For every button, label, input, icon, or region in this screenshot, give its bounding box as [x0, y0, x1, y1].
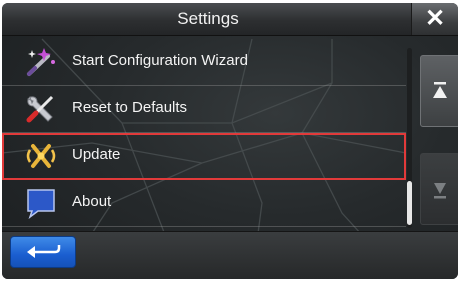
close-button[interactable]: ✕	[411, 3, 458, 35]
menu-item-label: About	[72, 193, 112, 210]
menu-item-reset-to-defaults[interactable]: Reset to Defaults	[2, 86, 406, 133]
back-button[interactable]	[10, 236, 76, 268]
title-bar: Settings ✕	[2, 3, 458, 36]
wrench-screwdriver-icon	[26, 95, 54, 123]
close-icon: ✕	[424, 5, 446, 32]
page-title: Settings	[177, 9, 239, 28]
menu-item-update[interactable]: Update	[2, 133, 406, 180]
update-signal-icon	[26, 144, 56, 168]
scrollbar-thumb[interactable]	[407, 181, 412, 225]
back-arrow-icon	[27, 245, 61, 258]
menu-item-label: Update	[72, 146, 121, 163]
scroll-to-top-icon	[433, 82, 447, 98]
chat-bubble-icon	[27, 189, 55, 219]
scroll-to-bottom-icon	[434, 183, 446, 199]
menu-item-about[interactable]: About	[2, 180, 406, 227]
wizard-wand-icon	[27, 48, 55, 76]
menu-item-label: Start Configuration Wizard	[72, 52, 248, 69]
settings-screen: Settings ✕ Start Configuration Wizard Re…	[2, 3, 458, 279]
menu-item-label: Reset to Defaults	[72, 99, 188, 116]
scroll-to-top-button[interactable]	[420, 55, 458, 127]
scroll-to-bottom-button[interactable]	[420, 153, 458, 225]
menu-item-start-configuration-wizard[interactable]: Start Configuration Wizard	[2, 39, 406, 86]
settings-menu: Start Configuration Wizard Reset to Defa…	[2, 39, 406, 227]
